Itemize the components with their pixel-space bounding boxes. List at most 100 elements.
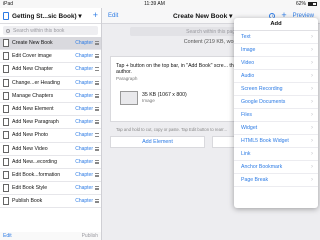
chevron-right-icon: › xyxy=(311,47,313,53)
page-icon xyxy=(3,144,9,153)
chapter-item[interactable]: Add New Element Chapter xyxy=(0,103,101,117)
page-icon xyxy=(3,184,9,193)
add-menu-item-label: Link xyxy=(241,151,251,157)
add-menu-item-label: Screen Recording xyxy=(241,86,283,92)
reorder-handle-icon[interactable] xyxy=(95,146,99,151)
add-menu-item-page-break[interactable]: Page Break › xyxy=(234,174,318,187)
add-menu-item-label: Widget xyxy=(241,125,258,131)
chapter-item[interactable]: Change...er Heading Chapter xyxy=(0,77,101,90)
reorder-handle-icon[interactable] xyxy=(95,67,99,72)
book-search-placeholder: Search within this book xyxy=(13,27,65,34)
reorder-handle-icon[interactable] xyxy=(95,80,99,85)
reorder-handle-icon[interactable] xyxy=(95,93,99,98)
add-chapter-button[interactable]: + xyxy=(93,11,98,20)
chapter-tag: Chapter xyxy=(75,66,93,73)
page-icon xyxy=(3,131,9,140)
book-title-dropdown[interactable]: Getting St...sic Book) ▾ xyxy=(12,12,93,20)
add-menu-item-label: Google Documents xyxy=(241,99,286,105)
search-icon xyxy=(6,28,10,33)
add-menu-item-widget[interactable]: Widget › xyxy=(234,122,318,135)
reorder-handle-icon[interactable] xyxy=(95,107,99,112)
chapter-tag: Chapter xyxy=(75,40,93,47)
editor-edit-button[interactable]: Edit xyxy=(108,13,136,19)
reorder-handle-icon[interactable] xyxy=(95,172,99,177)
chapter-tag: Chapter xyxy=(75,145,93,152)
battery-icon xyxy=(307,2,317,6)
page-icon xyxy=(3,170,9,179)
add-menu-item-audio[interactable]: Audio › xyxy=(234,70,318,83)
add-menu-item-image[interactable]: Image › xyxy=(234,44,318,57)
battery-indicator: 62% xyxy=(296,1,317,7)
chapter-item[interactable]: Add New Chapter Chapter xyxy=(0,63,101,77)
edit-hint-text: Tap and hold to cut, copy or paste. Tap … xyxy=(116,127,227,132)
reorder-handle-icon[interactable] xyxy=(95,120,99,125)
page-icon xyxy=(3,52,9,61)
chevron-right-icon: › xyxy=(311,138,313,144)
outline-edit-button[interactable]: Edit xyxy=(3,233,12,239)
chapter-name: Add New Element xyxy=(12,106,54,113)
chapter-tag: Chapter xyxy=(75,53,93,60)
reorder-handle-icon[interactable] xyxy=(95,199,99,204)
add-menu-item-screen-recording[interactable]: Screen Recording › xyxy=(234,83,318,96)
add-menu-item-anchor-bookmark[interactable]: Anchor Bookmark › xyxy=(234,161,318,174)
status-bar: iPad 11:39 AM 62% xyxy=(0,0,320,8)
chapter-name: Add New Photo xyxy=(12,132,49,139)
chapter-item[interactable]: Add New Photo Chapter xyxy=(0,129,101,143)
book-search-input[interactable]: Search within this book xyxy=(3,26,98,35)
reorder-handle-icon[interactable] xyxy=(95,159,99,164)
add-menu-item-google-documents[interactable]: Google Documents › xyxy=(234,96,318,109)
chevron-right-icon: › xyxy=(311,73,313,79)
add-menu-item-video[interactable]: Video › xyxy=(234,57,318,70)
add-element-button[interactable]: Add Element xyxy=(110,136,205,148)
chapter-name: Add New...ecording xyxy=(12,158,57,165)
battery-percent: 62% xyxy=(295,1,306,7)
clock-label: 11:39 AM xyxy=(144,1,165,7)
reorder-handle-icon[interactable] xyxy=(95,41,99,46)
chapter-item[interactable]: Add New Video Chapter xyxy=(0,143,101,156)
chevron-right-icon: › xyxy=(311,112,313,118)
add-menu-item-label: Video xyxy=(241,60,255,66)
chapter-item[interactable]: Manage Chapters Chapter xyxy=(0,90,101,103)
chapter-name: Change...er Heading xyxy=(12,79,60,86)
chevron-right-icon: › xyxy=(311,34,313,40)
page-icon xyxy=(3,118,9,127)
book-header: Getting St...sic Book) ▾ + xyxy=(0,8,101,24)
chapter-name: Edit Book...formation xyxy=(12,171,61,178)
chevron-right-icon: › xyxy=(311,125,313,131)
chapter-tag: Chapter xyxy=(75,106,93,113)
add-menu-title: Add xyxy=(234,18,318,31)
chapter-item[interactable]: Add New Paragraph Chapter xyxy=(0,116,101,130)
chapter-item[interactable]: Edit Cover image Chapter xyxy=(0,50,101,64)
book-icon xyxy=(3,11,9,20)
chapter-tag: Chapter xyxy=(75,119,93,126)
chapter-item[interactable]: Create New Book Chapter xyxy=(0,37,101,51)
chevron-right-icon: › xyxy=(311,177,313,183)
add-menu-item-link[interactable]: Link › xyxy=(234,148,318,161)
chapter-item[interactable]: Edit Book...formation Chapter xyxy=(0,169,101,183)
add-menu-item-label: HTML5 Book Widget xyxy=(241,138,289,144)
add-menu-item-label: Page Break xyxy=(241,177,269,183)
chapter-tag: Chapter xyxy=(75,92,93,99)
add-menu-item-text[interactable]: Text › xyxy=(234,31,318,44)
reorder-handle-icon[interactable] xyxy=(95,54,99,59)
add-menu-item-label: Files xyxy=(241,112,252,118)
chevron-right-icon: › xyxy=(311,60,313,66)
chapter-tag: Chapter xyxy=(75,185,93,192)
page-icon xyxy=(3,65,9,74)
image-type-label: Image xyxy=(142,98,155,104)
chapter-tag: Chapter xyxy=(75,132,93,139)
chevron-right-icon: › xyxy=(311,151,313,157)
chapter-item[interactable]: Publish Book Chapter xyxy=(0,195,101,209)
add-menu-item-html5-widget[interactable]: HTML5 Book Widget › xyxy=(234,135,318,148)
add-menu-item-label: Text xyxy=(241,34,251,40)
chapter-item[interactable]: Edit Book Style Chapter xyxy=(0,182,101,196)
reorder-handle-icon[interactable] xyxy=(95,186,99,191)
chapter-name: Create New Book xyxy=(12,40,53,47)
chevron-right-icon: › xyxy=(311,164,313,170)
page-icon xyxy=(3,157,9,166)
chapter-name: Publish Book xyxy=(12,198,43,205)
reorder-handle-icon[interactable] xyxy=(95,133,99,138)
chapter-item[interactable]: Add New...ecording Chapter xyxy=(0,156,101,169)
add-menu-item-files[interactable]: Files › xyxy=(234,109,318,122)
publish-button[interactable]: Publish xyxy=(82,233,98,239)
